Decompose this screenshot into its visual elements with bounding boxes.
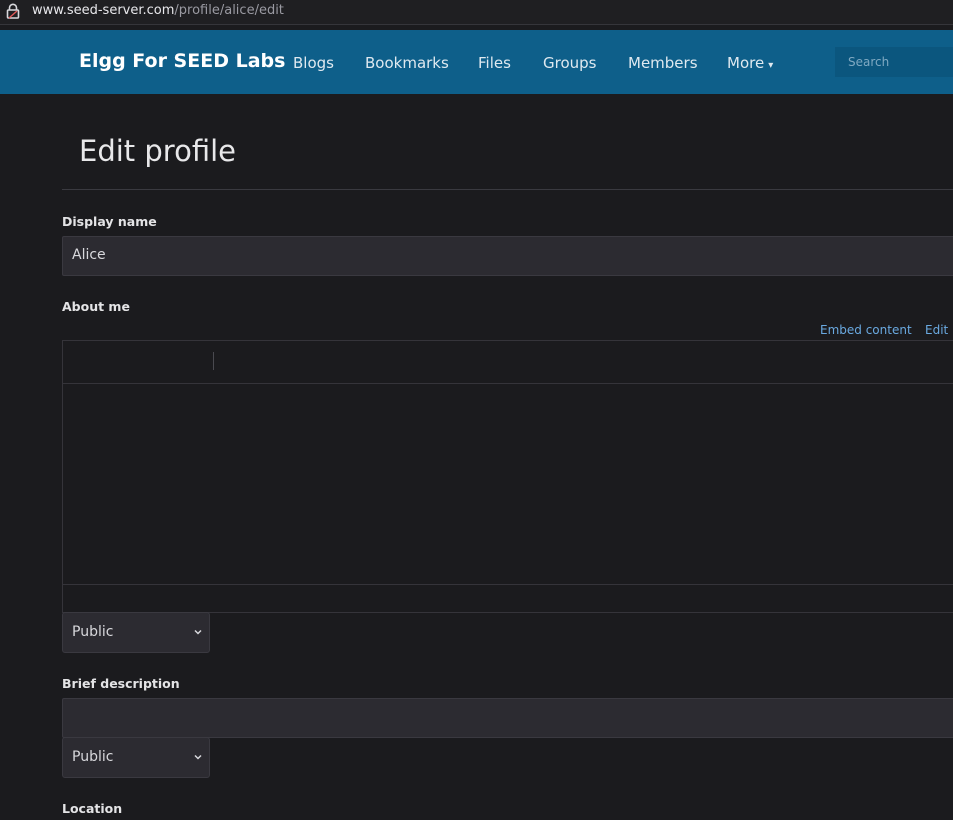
editor-status-divider [63,584,953,585]
brief-description-field[interactable] [62,698,953,738]
nav-groups[interactable]: Groups [543,54,596,72]
display-name-field[interactable]: Alice [62,236,953,276]
brief-description-access-value: Public [72,749,114,765]
site-header: Elgg For SEED Labs Blogs Bookmarks Files… [0,30,953,94]
editor-toolbar [63,341,953,384]
nav-more-label: More [727,54,765,72]
display-name-value: Alice [72,247,106,263]
chevron-down-icon: ▾ [768,60,774,71]
display-name-label: Display name [62,214,157,229]
about-me-label: About me [62,299,130,314]
toolbar-separator [213,352,214,370]
nav-members[interactable]: Members [628,54,698,72]
url-host: www.seed-server.com [32,3,175,18]
embed-content-link[interactable]: Embed content [820,323,912,337]
site-brand-link[interactable]: Elgg For SEED Labs [79,50,285,72]
url-path: /profile/alice/edit [174,3,284,18]
about-me-access-select[interactable]: Public [62,612,210,653]
lock-icon [6,3,20,19]
chevron-down-icon [194,629,202,635]
edit-html-link[interactable]: Edit [925,323,948,337]
about-me-access-value: Public [72,624,114,640]
about-me-editor[interactable] [62,340,953,613]
location-label: Location [62,801,123,816]
nav-more[interactable]: More ▾ [727,54,773,72]
chevron-down-icon [194,754,202,760]
title-divider [62,189,953,190]
nav-blogs[interactable]: Blogs [293,54,334,72]
search-input[interactable] [835,47,953,77]
browser-address-bar[interactable]: www.seed-server.com/profile/alice/edit [0,0,953,25]
brief-description-access-select[interactable]: Public [62,737,210,778]
url-text[interactable]: www.seed-server.com/profile/alice/edit [32,1,284,21]
page-title: Edit profile [79,134,236,168]
brief-description-label: Brief description [62,676,180,691]
nav-bookmarks[interactable]: Bookmarks [365,54,449,72]
nav-files[interactable]: Files [478,54,511,72]
